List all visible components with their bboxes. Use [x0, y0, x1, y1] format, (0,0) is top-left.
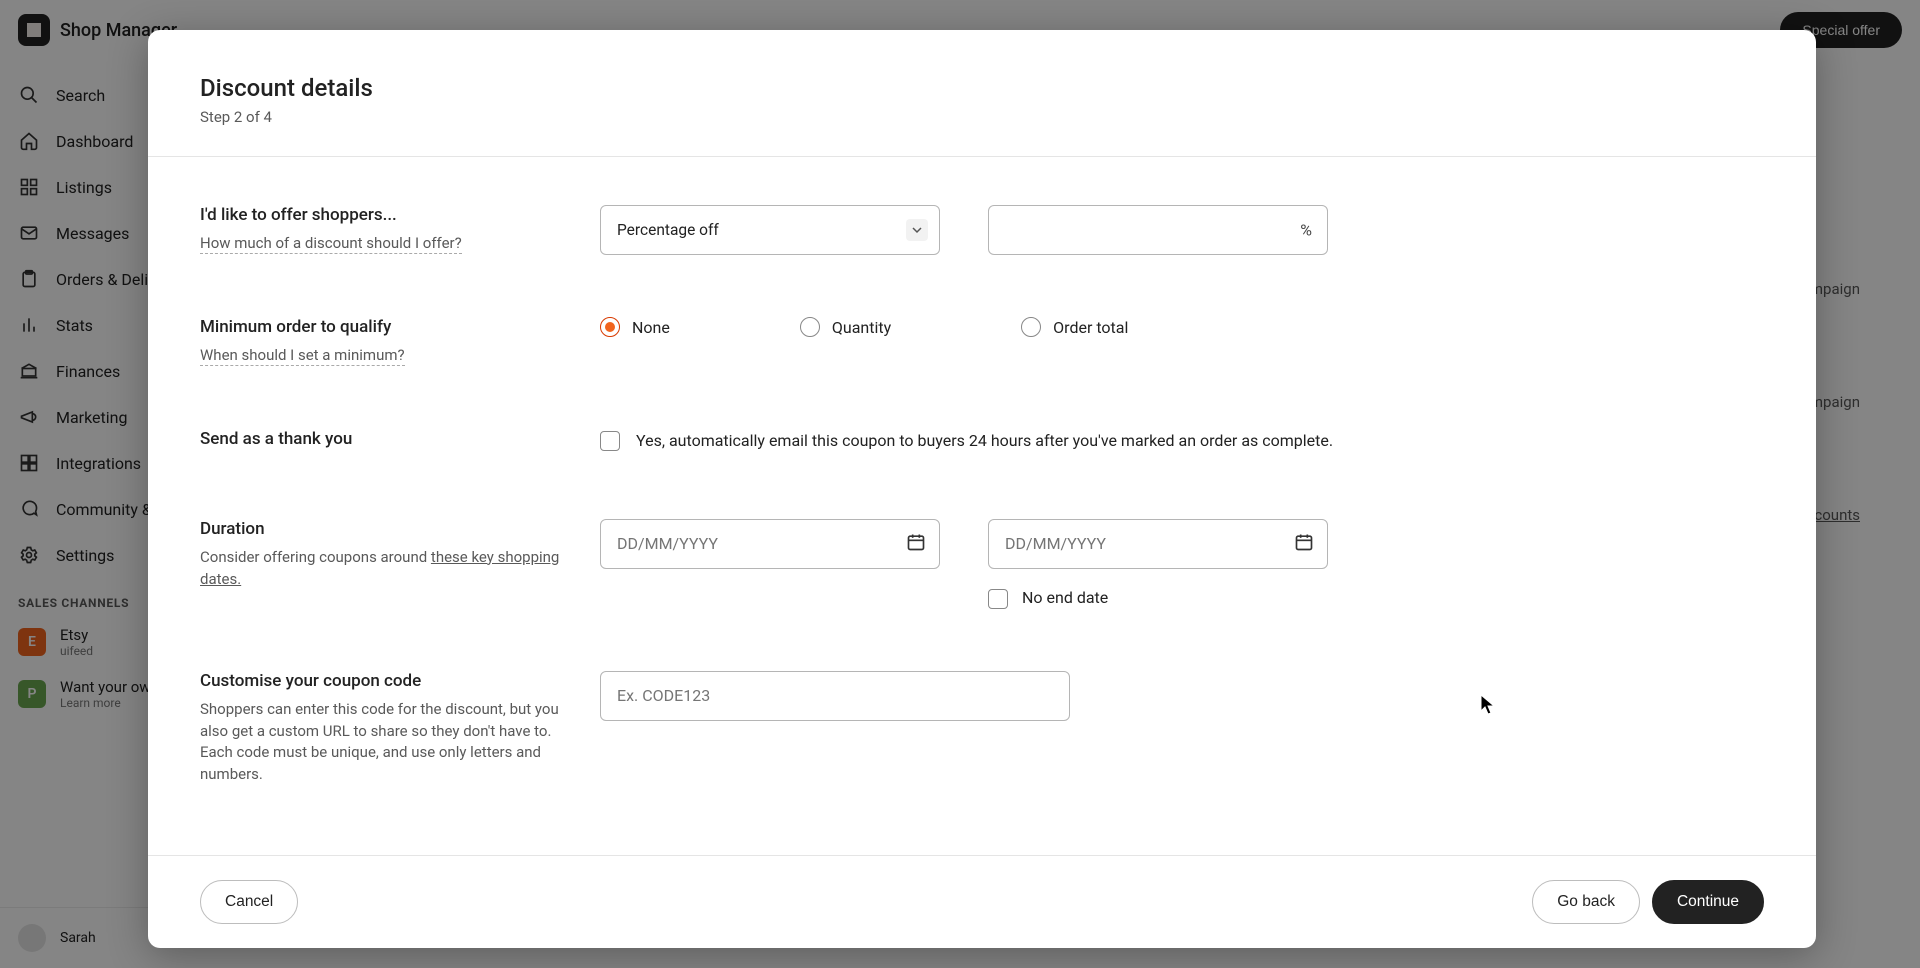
radio-none[interactable]: None — [600, 317, 670, 337]
thankyou-check-label: Yes, automatically email this coupon to … — [636, 429, 1333, 453]
no-end-date-label: No end date — [1022, 588, 1108, 607]
search-icon — [18, 84, 40, 106]
duration-hint-prefix: Consider offering coupons around — [200, 548, 431, 566]
thankyou-label-col: Send as a thank you — [200, 429, 560, 457]
sidebar-item-label: Finances — [56, 362, 120, 381]
megaphone-icon — [18, 406, 40, 428]
modal-body: I'd like to offer shoppers... How much o… — [148, 157, 1816, 855]
sidebar-item-label: Settings — [56, 546, 114, 565]
end-date-wrap — [988, 519, 1328, 569]
thankyou-check[interactable]: Yes, automatically email this coupon to … — [600, 429, 1333, 453]
percentage-input[interactable] — [988, 205, 1328, 255]
grid-icon — [18, 176, 40, 198]
cursor-icon — [1480, 694, 1498, 720]
brand-logo-icon — [18, 14, 50, 46]
offer-row: I'd like to offer shoppers... How much o… — [200, 205, 1764, 255]
discount-type-value: Percentage off — [600, 205, 940, 255]
apps-icon — [18, 452, 40, 474]
duration-label-col: Duration Consider offering coupons aroun… — [200, 519, 560, 591]
mail-icon — [18, 222, 40, 244]
sidebar-item-label: Marketing — [56, 408, 127, 427]
percent-suffix: % — [1300, 221, 1312, 240]
modal-step: Step 2 of 4 — [200, 108, 1764, 126]
minimum-label-col: Minimum order to qualify When should I s… — [200, 317, 560, 367]
minimum-hint[interactable]: When should I set a minimum? — [200, 346, 405, 366]
footer-right: Go back Continue — [1532, 880, 1764, 924]
duration-title: Duration — [200, 519, 560, 539]
end-date-col: No end date — [988, 519, 1328, 609]
thankyou-inputs: Yes, automatically email this coupon to … — [600, 429, 1764, 453]
discount-type-select[interactable]: Percentage off — [600, 205, 940, 255]
channel-name: Etsy — [60, 626, 93, 644]
start-date-wrap — [600, 519, 940, 569]
code-label-col: Customise your coupon code Shoppers can … — [200, 671, 560, 786]
minimum-inputs: None Quantity Order total — [600, 317, 1764, 337]
minimum-title: Minimum order to qualify — [200, 317, 560, 337]
chevron-down-icon — [906, 219, 928, 241]
thankyou-row: Send as a thank you Yes, automatically e… — [200, 429, 1764, 457]
radio-label: Quantity — [832, 318, 891, 337]
checkbox-icon — [600, 431, 620, 451]
coupon-code-input[interactable] — [600, 671, 1070, 721]
code-hint: Shoppers can enter this code for the dis… — [200, 699, 560, 786]
radio-quantity[interactable]: Quantity — [800, 317, 891, 337]
clipboard-icon — [18, 268, 40, 290]
home-icon — [18, 130, 40, 152]
channel-badge-icon: P — [18, 680, 46, 708]
sidebar-item-label: Search — [56, 86, 105, 105]
sidebar-item-label: Stats — [56, 316, 93, 335]
radio-dot-icon — [1021, 317, 1041, 337]
minimum-row: Minimum order to qualify When should I s… — [200, 317, 1764, 367]
channel-badge-icon: E — [18, 628, 46, 656]
continue-button[interactable]: Continue — [1652, 880, 1764, 924]
percentage-input-wrap: % — [988, 205, 1328, 255]
avatar — [18, 924, 46, 952]
sidebar-item-label: Listings — [56, 178, 112, 197]
modal-title: Discount details — [200, 74, 1764, 102]
channel-text: Etsy uifeed — [60, 626, 93, 658]
sidebar-item-label: Dashboard — [56, 132, 133, 151]
code-title: Customise your coupon code — [200, 671, 560, 691]
sidebar-item-label: Integrations — [56, 454, 141, 473]
modal-header: Discount details Step 2 of 4 — [148, 30, 1816, 157]
go-back-button[interactable]: Go back — [1532, 880, 1640, 924]
gear-icon — [18, 544, 40, 566]
user-name: Sarah — [60, 930, 96, 946]
radio-order-total[interactable]: Order total — [1021, 317, 1128, 337]
stats-icon — [18, 314, 40, 336]
sidebar-item-label: Messages — [56, 224, 129, 243]
cancel-button[interactable]: Cancel — [200, 880, 298, 924]
offer-inputs: Percentage off % — [600, 205, 1764, 255]
no-end-date-check[interactable]: No end date — [988, 587, 1328, 609]
channel-handle: uifeed — [60, 644, 93, 658]
calendar-icon — [1294, 532, 1314, 556]
thankyou-title: Send as a thank you — [200, 429, 560, 449]
start-date-input[interactable] — [600, 519, 940, 569]
offer-label-col: I'd like to offer shoppers... How much o… — [200, 205, 560, 255]
bank-icon — [18, 360, 40, 382]
duration-hint: Consider offering coupons around these k… — [200, 547, 560, 591]
end-date-input[interactable] — [988, 519, 1328, 569]
offer-hint[interactable]: How much of a discount should I offer? — [200, 234, 462, 254]
checkbox-icon — [988, 589, 1008, 609]
discount-details-modal: Discount details Step 2 of 4 I'd like to… — [148, 30, 1816, 948]
minimum-radio-group: None Quantity Order total — [600, 317, 1128, 337]
radio-dot-icon — [600, 317, 620, 337]
code-inputs — [600, 671, 1764, 721]
offer-title: I'd like to offer shoppers... — [200, 205, 560, 225]
radio-label: None — [632, 318, 670, 337]
calendar-icon — [906, 532, 926, 556]
modal-footer: Cancel Go back Continue — [148, 855, 1816, 948]
duration-row: Duration Consider offering coupons aroun… — [200, 519, 1764, 609]
radio-dot-icon — [800, 317, 820, 337]
chat-icon — [18, 498, 40, 520]
code-row: Customise your coupon code Shoppers can … — [200, 671, 1764, 786]
duration-inputs: No end date — [600, 519, 1764, 609]
radio-label: Order total — [1053, 318, 1128, 337]
